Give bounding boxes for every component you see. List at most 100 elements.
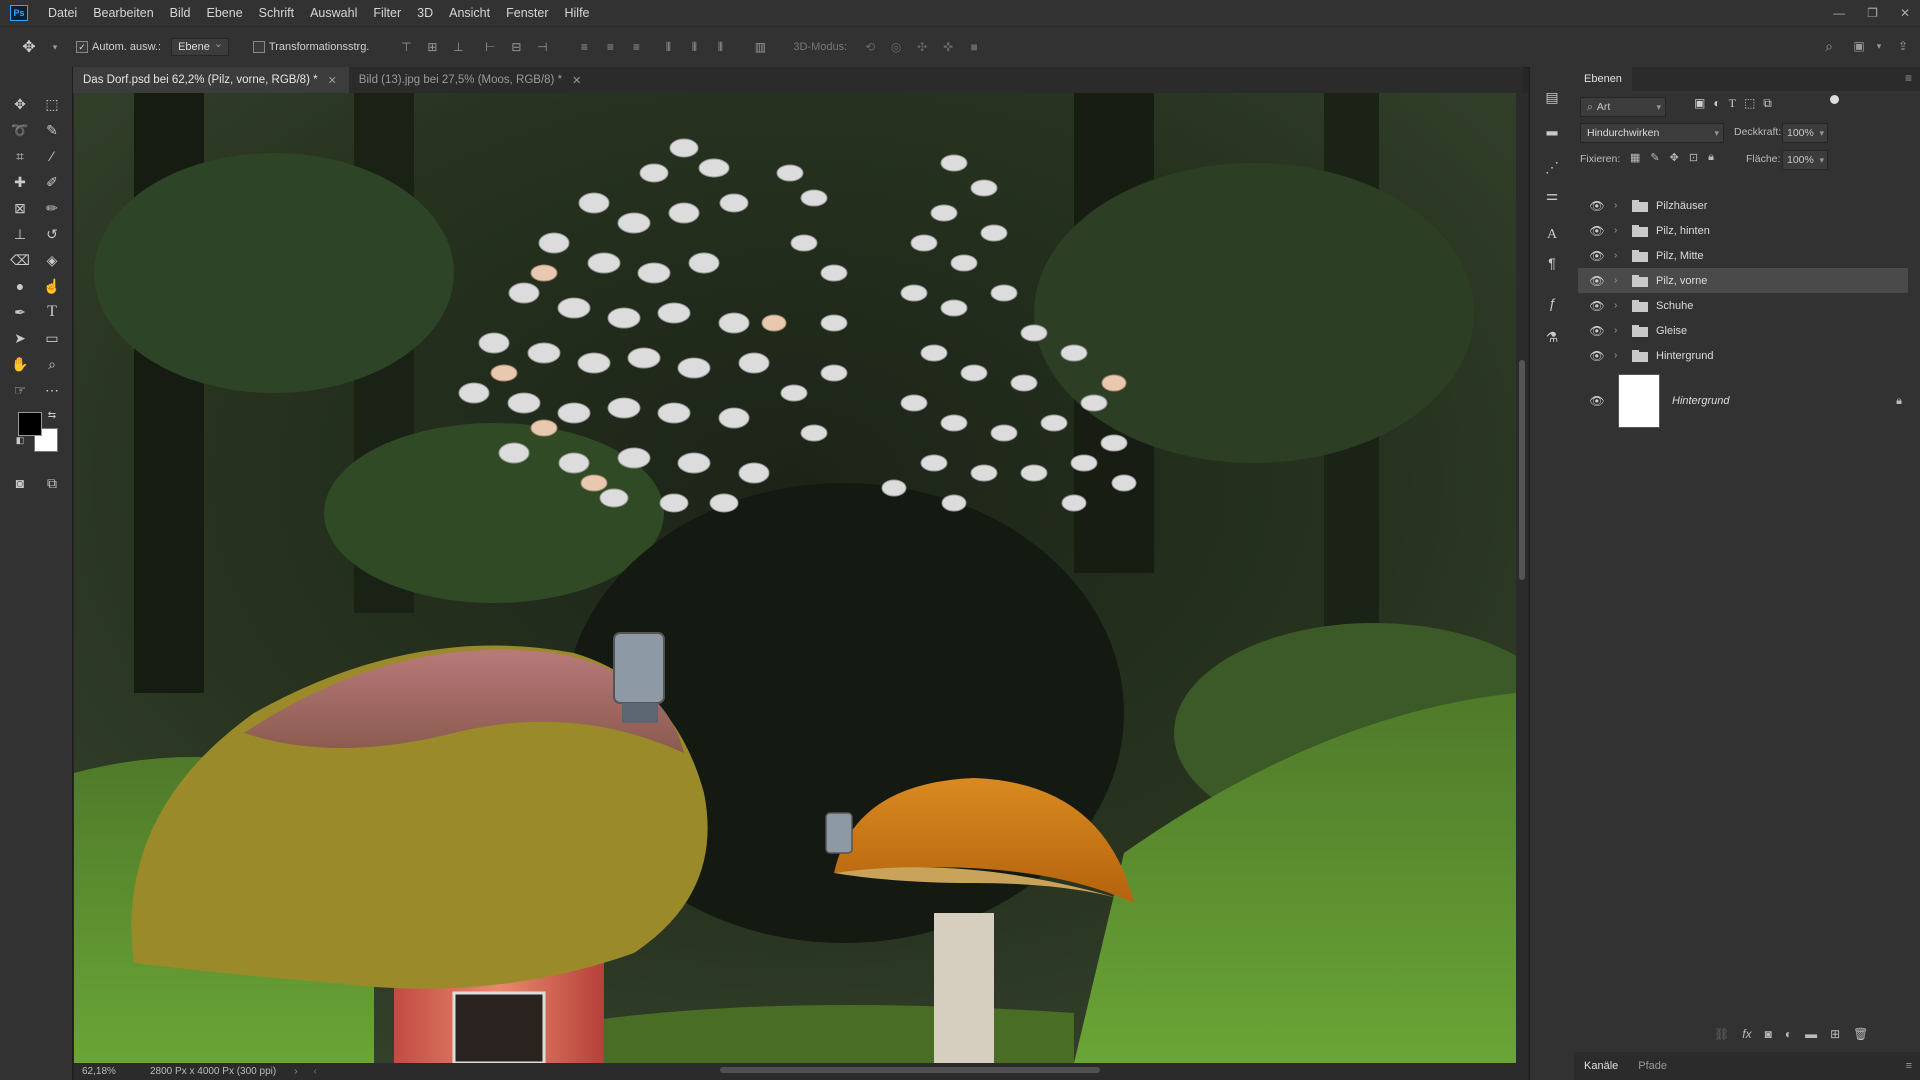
close-icon[interactable]: ✕ bbox=[572, 74, 581, 87]
panel-menu-icon[interactable]: ≡ bbox=[1906, 1060, 1912, 1072]
zoom-level[interactable]: 62,18% bbox=[82, 1066, 142, 1077]
move-tool-preset-icon[interactable]: ✥ bbox=[20, 39, 38, 56]
lock-icon[interactable]: 🔒︎ bbox=[1896, 395, 1902, 408]
add-mask-icon[interactable]: ◙ bbox=[1765, 1027, 1772, 1041]
align-right-icon[interactable]: ⊣ bbox=[533, 39, 551, 55]
3d-orbit-icon[interactable]: ⟲ bbox=[861, 39, 879, 55]
new-layer-icon[interactable]: ⊞ bbox=[1830, 1027, 1840, 1041]
background-layer-row[interactable]: 👁︎ Hintergrund 🔒︎ bbox=[1578, 373, 1908, 429]
vertical-scrollbar-thumb[interactable] bbox=[1519, 360, 1525, 580]
distribute-right-icon[interactable]: ⦀ bbox=[711, 39, 729, 55]
restore-icon[interactable]: ❐ bbox=[1867, 6, 1878, 20]
visibility-eye-icon[interactable]: 👁︎ bbox=[1588, 199, 1606, 213]
tab-kanaele[interactable]: Kanäle bbox=[1574, 1060, 1628, 1072]
distribute-bottom-icon[interactable]: ≡ bbox=[627, 39, 645, 55]
visibility-eye-icon[interactable]: 👁︎ bbox=[1588, 249, 1606, 263]
smudge-tool-icon[interactable]: ☝ bbox=[40, 275, 64, 297]
menu-hilfe[interactable]: Hilfe bbox=[557, 0, 598, 26]
menu-ansicht[interactable]: Ansicht bbox=[441, 0, 498, 26]
align-top-icon[interactable]: ⊤ bbox=[397, 39, 415, 55]
filter-adjustment-icon[interactable]: ◐ bbox=[1713, 96, 1720, 111]
layer-row[interactable]: 👁︎ › Hintergrund bbox=[1578, 343, 1908, 368]
chevron-right-icon[interactable]: › bbox=[1614, 250, 1628, 261]
align-hcenter-icon[interactable]: ⊟ bbox=[507, 39, 525, 55]
layer-row[interactable]: 👁︎ › Schuhe bbox=[1578, 293, 1908, 318]
quick-mask-icon[interactable]: ◙ bbox=[8, 472, 32, 494]
character-icon[interactable]: A bbox=[1542, 225, 1562, 245]
search-icon[interactable]: ⌕ bbox=[1820, 38, 1838, 54]
distribute-vcenter-icon[interactable]: ≡ bbox=[601, 39, 619, 55]
visibility-eye-icon[interactable]: 👁︎ bbox=[1588, 224, 1606, 238]
type-tool-icon[interactable]: T bbox=[40, 301, 64, 323]
lock-image-icon[interactable]: ✎ bbox=[1650, 151, 1659, 164]
dodge-tool-icon[interactable]: ● bbox=[8, 275, 32, 297]
menu-auswahl[interactable]: Auswahl bbox=[302, 0, 365, 26]
filter-pixel-icon[interactable]: ▣ bbox=[1694, 96, 1705, 111]
distribute-left-icon[interactable]: ⦀ bbox=[659, 39, 677, 55]
visibility-eye-icon[interactable]: 👁︎ bbox=[1588, 299, 1606, 313]
move-tool-icon[interactable]: ✥ bbox=[8, 93, 32, 115]
menu-schrift[interactable]: Schrift bbox=[251, 0, 302, 26]
filter-type-icon[interactable]: T bbox=[1729, 96, 1736, 111]
visibility-eye-icon[interactable]: 👁︎ bbox=[1588, 324, 1606, 338]
delete-layer-icon[interactable]: 🗑︎ bbox=[1853, 1027, 1868, 1041]
tab-das-dorf[interactable]: Das Dorf.psd bei 62,2% (Pilz, vorne, RGB… bbox=[73, 67, 349, 93]
chevron-right-icon[interactable]: › bbox=[1614, 325, 1628, 336]
transform-controls-option[interactable]: Transformationsstrg. bbox=[252, 41, 369, 53]
panel-menu-icon[interactable]: ≡ bbox=[1905, 71, 1912, 85]
layer-row[interactable]: 👁︎ › Pilz, hinten bbox=[1578, 218, 1908, 243]
screen-mode-icon[interactable]: ⧉ bbox=[40, 472, 64, 494]
3d-pan-icon[interactable]: ✣ bbox=[913, 39, 931, 55]
layer-row-selected[interactable]: 👁︎ › Pilz, vorne bbox=[1578, 268, 1908, 293]
lock-all-icon[interactable]: 🔒︎ bbox=[1708, 151, 1714, 164]
3d-roll-icon[interactable]: ◎ bbox=[887, 39, 905, 55]
fill-input[interactable]: 100% ▾ bbox=[1782, 150, 1828, 170]
menu-bild[interactable]: Bild bbox=[162, 0, 199, 26]
layer-row[interactable]: 👁︎ › Gleise bbox=[1578, 318, 1908, 343]
visibility-eye-icon[interactable]: 👁︎ bbox=[1588, 274, 1606, 288]
clone-stamp-tool-icon[interactable]: ⊥ bbox=[8, 223, 32, 245]
3d-scale-icon[interactable]: ■ bbox=[965, 39, 983, 55]
link-layers-icon[interactable]: ⛓︎ bbox=[1714, 1027, 1729, 1041]
tab-ebenen[interactable]: Ebenen bbox=[1574, 67, 1632, 91]
chevron-right-icon[interactable]: › bbox=[1614, 350, 1628, 361]
close-icon[interactable]: ✕ bbox=[328, 74, 337, 87]
quick-select-tool-icon[interactable]: ✎ bbox=[40, 119, 64, 141]
lock-artboard-icon[interactable]: ⊡ bbox=[1689, 151, 1698, 164]
chevron-right-icon[interactable]: › bbox=[1614, 300, 1628, 311]
brush-settings-icon[interactable]: ⋰ bbox=[1542, 157, 1562, 177]
horizontal-scrollbar-thumb[interactable] bbox=[720, 1067, 1100, 1073]
rectangle-tool-icon[interactable]: ▭ bbox=[40, 327, 64, 349]
menu-bearbeiten[interactable]: Bearbeiten bbox=[85, 0, 161, 26]
menu-fenster[interactable]: Fenster bbox=[498, 0, 556, 26]
auto-select-dropdown[interactable]: Ebene bbox=[171, 37, 229, 56]
pencil-tool-icon[interactable]: ✏ bbox=[40, 197, 64, 219]
chevron-right-icon[interactable]: › bbox=[1614, 200, 1628, 211]
brush-tool-icon[interactable]: ✐ bbox=[40, 171, 64, 193]
layer-filter-dropdown[interactable]: ⌕ Art ▾ bbox=[1580, 97, 1666, 117]
lock-position-icon[interactable]: ✥ bbox=[1670, 151, 1679, 164]
share-icon[interactable]: ⇪ bbox=[1894, 38, 1912, 54]
chevron-down-icon[interactable]: ▾ bbox=[1870, 38, 1888, 54]
chevron-right-icon[interactable]: › bbox=[1614, 275, 1628, 286]
chevron-right-icon[interactable]: › bbox=[294, 1066, 297, 1077]
filter-toggle-icon[interactable] bbox=[1830, 95, 1839, 104]
styles-icon[interactable]: ƒ bbox=[1542, 293, 1562, 313]
eraser-tool-icon[interactable]: ⌫ bbox=[8, 249, 32, 271]
align-left-icon[interactable]: ⊢ bbox=[481, 39, 499, 55]
paragraph-icon[interactable]: ¶ bbox=[1542, 253, 1562, 273]
path-select-tool-icon[interactable]: ➤ bbox=[8, 327, 32, 349]
chevron-down-icon[interactable]: ▾ bbox=[46, 39, 64, 55]
distribute-top-icon[interactable]: ≡ bbox=[575, 39, 593, 55]
lock-transparent-icon[interactable]: ▦ bbox=[1630, 151, 1640, 164]
scroll-left-icon[interactable]: ‹ bbox=[314, 1066, 317, 1077]
history-brush-tool-icon[interactable]: ↺ bbox=[40, 223, 64, 245]
patch-tool-icon[interactable]: ⊠ bbox=[8, 197, 32, 219]
edit-toolbar-icon[interactable]: ☞ bbox=[8, 379, 32, 401]
document-canvas[interactable]: ✥ bbox=[74, 93, 1516, 1063]
filter-shape-icon[interactable]: ⬚ bbox=[1744, 96, 1755, 111]
opacity-input[interactable]: 100% ▾ bbox=[1782, 123, 1828, 143]
more-tools-icon[interactable]: ⋯ bbox=[40, 379, 64, 401]
3d-slide-icon[interactable]: ✜ bbox=[939, 39, 957, 55]
filter-smart-object-icon[interactable]: ⧉ bbox=[1763, 96, 1772, 111]
